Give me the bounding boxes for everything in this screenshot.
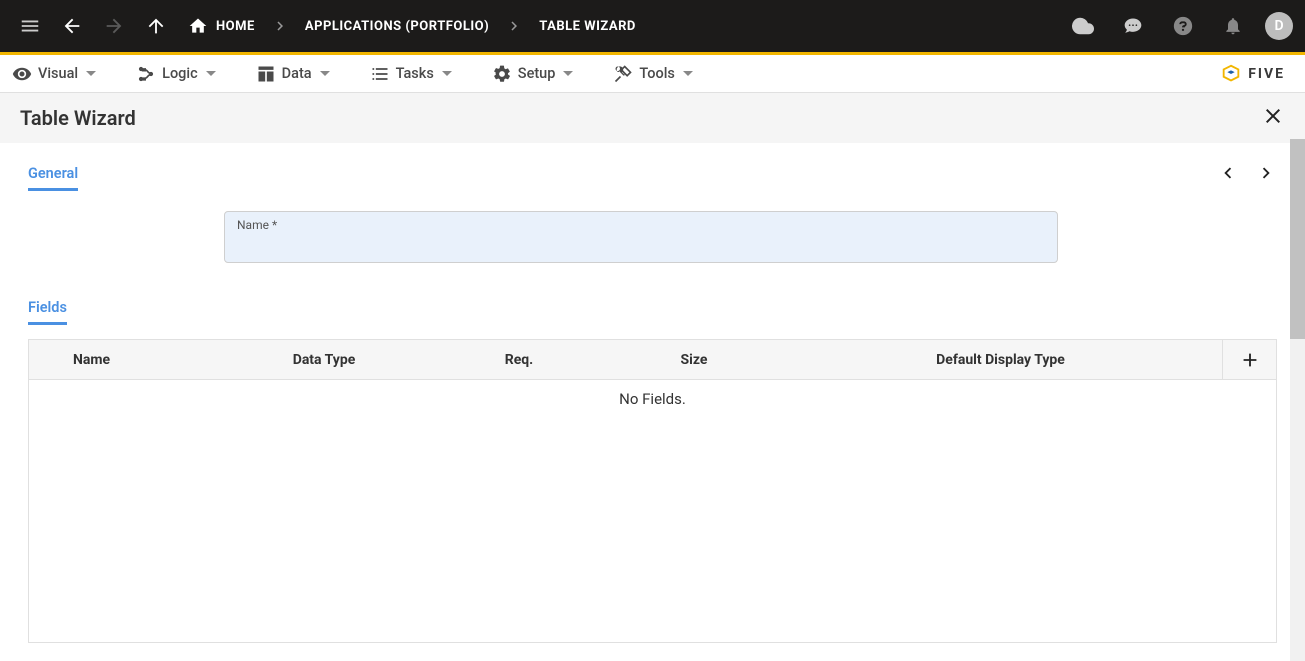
add-field-button[interactable] bbox=[1222, 340, 1276, 379]
nav-forward-button bbox=[96, 8, 132, 44]
chevron-down-icon bbox=[442, 71, 452, 76]
grid-empty-message: No Fields. bbox=[619, 390, 686, 642]
col-header-name: Name bbox=[29, 352, 219, 368]
menu-data[interactable]: Data bbox=[256, 64, 330, 84]
breadcrumb-home[interactable]: HOME bbox=[216, 19, 255, 34]
chevron-right-icon bbox=[271, 17, 289, 35]
col-header-datatype: Data Type bbox=[219, 352, 429, 368]
close-button[interactable] bbox=[1261, 104, 1285, 132]
breadcrumb-table-wizard[interactable]: TABLE WIZARD bbox=[539, 19, 636, 34]
chevron-right-icon bbox=[505, 17, 523, 35]
hamburger-menu-icon[interactable] bbox=[12, 8, 48, 44]
menu-logic[interactable]: Logic bbox=[136, 64, 216, 84]
scrollbar-thumb[interactable] bbox=[1290, 139, 1305, 339]
menu-label: Data bbox=[282, 65, 312, 82]
col-header-default-display: Default Display Type bbox=[779, 352, 1222, 368]
tab-general[interactable]: General bbox=[28, 159, 78, 191]
name-label: Name * bbox=[237, 218, 277, 232]
chat-icon[interactable] bbox=[1115, 8, 1151, 44]
menu-tasks[interactable]: Tasks bbox=[370, 64, 452, 84]
help-icon[interactable] bbox=[1165, 8, 1201, 44]
chevron-down-icon bbox=[683, 71, 693, 76]
menu-label: Setup bbox=[518, 65, 556, 82]
chevron-down-icon bbox=[563, 71, 573, 76]
breadcrumb: HOME APPLICATIONS (PORTFOLIO) TABLE WIZA… bbox=[188, 16, 636, 36]
tab-fields[interactable]: Fields bbox=[28, 293, 67, 325]
brand-logo: FIVE bbox=[1220, 63, 1293, 85]
name-field-wrapper[interactable]: Name * bbox=[224, 211, 1058, 263]
col-header-size: Size bbox=[609, 352, 779, 368]
home-icon bbox=[188, 16, 208, 36]
avatar[interactable]: D bbox=[1265, 12, 1293, 40]
menu-tools[interactable]: Tools bbox=[613, 64, 692, 84]
menu-label: Logic bbox=[162, 65, 198, 82]
notifications-icon[interactable] bbox=[1215, 8, 1251, 44]
menu-setup[interactable]: Setup bbox=[492, 64, 574, 84]
nav-back-button[interactable] bbox=[54, 8, 90, 44]
chevron-down-icon bbox=[320, 71, 330, 76]
col-header-req: Req. bbox=[429, 352, 609, 368]
menu-label: Tools bbox=[639, 65, 674, 82]
chevron-down-icon bbox=[206, 71, 216, 76]
menu-label: Visual bbox=[38, 65, 78, 82]
menu-visual[interactable]: Visual bbox=[12, 64, 96, 84]
nav-prev-button[interactable] bbox=[1217, 162, 1239, 188]
name-input[interactable] bbox=[237, 232, 1045, 249]
cloud-sync-icon[interactable] bbox=[1065, 8, 1101, 44]
scrollbar[interactable] bbox=[1290, 139, 1305, 661]
breadcrumb-applications[interactable]: APPLICATIONS (PORTFOLIO) bbox=[305, 19, 489, 34]
nav-up-button[interactable] bbox=[138, 8, 174, 44]
nav-next-button[interactable] bbox=[1255, 162, 1277, 188]
chevron-down-icon bbox=[86, 71, 96, 76]
page-title: Table Wizard bbox=[20, 106, 136, 130]
menu-label: Tasks bbox=[396, 65, 434, 82]
